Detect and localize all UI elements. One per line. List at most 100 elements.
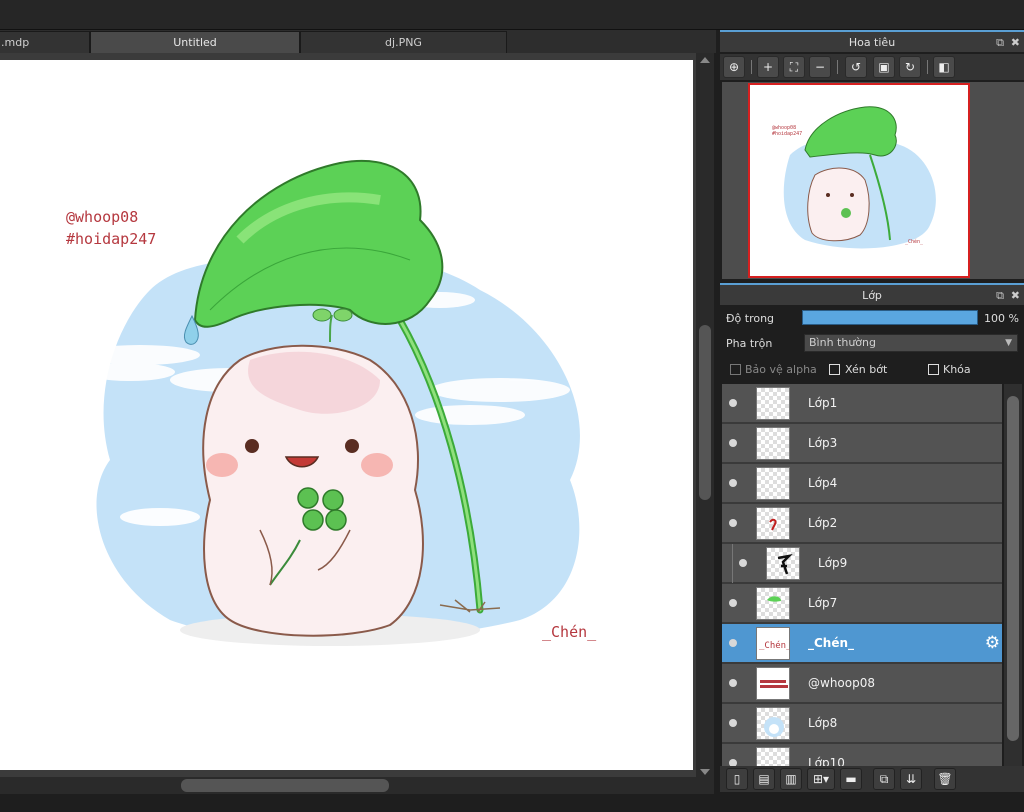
watermark-handle: @whoop08	[66, 208, 138, 226]
nav-signature: _Chén_	[905, 238, 924, 245]
signature-text: _Chén_	[542, 623, 597, 641]
layer-row-selected[interactable]: _Chén_ _Chén_ ⚙	[722, 624, 1002, 663]
blend-mode-select[interactable]: Bình thường ▼	[804, 334, 1018, 352]
gear-icon[interactable]: ⚙	[985, 633, 1000, 653]
drawing-canvas[interactable]: @whoop08 #hoidap247 _Chén_	[0, 60, 693, 770]
canvas-vscroll-thumb[interactable]	[699, 325, 711, 500]
layer-name: Lớp7	[808, 596, 838, 610]
nav-watermark-2: #hoidap247	[772, 131, 802, 137]
layer-row[interactable]: Lớp7	[722, 584, 1002, 623]
opacity-label: Độ trong	[726, 312, 775, 325]
layer-scroll-thumb[interactable]	[1007, 396, 1019, 741]
layer-thumbnail	[756, 707, 790, 740]
blend-mode-value: Bình thường	[809, 336, 876, 349]
delete-layer-icon[interactable]: 🗑	[934, 768, 956, 790]
undock-icon[interactable]: ⧉	[996, 285, 1004, 307]
visibility-icon[interactable]	[729, 439, 737, 447]
layer-panel-title: Lớp ⧉ ✖	[720, 283, 1024, 305]
visibility-icon[interactable]	[729, 519, 737, 527]
tab-untitled[interactable]: Untitled	[90, 31, 300, 53]
new-layer-icon[interactable]: ▯	[726, 768, 748, 790]
navigator-title: Hoa tiêu	[848, 36, 896, 49]
watermark-hashtag: #hoidap247	[66, 230, 156, 248]
scroll-up-arrow-icon[interactable]	[700, 57, 710, 63]
flip-icon[interactable]: ◧	[933, 56, 955, 78]
layer-thumbnail	[756, 507, 790, 540]
zoom-actual-icon[interactable]: ⊕	[723, 56, 745, 78]
canvas-area[interactable]: @whoop08 #hoidap247 _Chén_	[0, 53, 696, 777]
layer-thumbnail	[766, 547, 800, 580]
visibility-icon[interactable]	[729, 399, 737, 407]
new-1bit-layer-icon[interactable]: ▥	[780, 768, 802, 790]
tab-mdp[interactable]: .mdp	[0, 31, 90, 53]
add-layer-menu-icon[interactable]: ⊞▾	[807, 768, 835, 790]
layer-row[interactable]: Lớp4	[722, 464, 1002, 503]
protect-alpha-checkbox[interactable]	[730, 364, 741, 375]
visibility-icon[interactable]	[729, 599, 737, 607]
fit-icon[interactable]: ⛶	[783, 56, 805, 78]
fullscreen-icon[interactable]: ▣	[873, 56, 895, 78]
layer-row[interactable]: Lớp10	[722, 744, 1002, 766]
layer-thumbnail	[756, 467, 790, 500]
navigator-preview: @whoop08 #hoidap247 _Chén_	[772, 106, 936, 249]
layer-panel-title-text: Lớp	[862, 289, 882, 302]
scroll-down-arrow-icon[interactable]	[700, 769, 710, 775]
layer-name: Lớp3	[808, 436, 838, 450]
close-icon[interactable]: ✖	[1011, 285, 1020, 307]
undock-icon[interactable]: ⧉	[996, 32, 1004, 54]
rotate-right-icon[interactable]: ↻	[899, 56, 921, 78]
navigator-view[interactable]: @whoop08 #hoidap247 _Chén_	[722, 82, 1024, 279]
visibility-icon[interactable]	[739, 559, 747, 567]
layer-name: Lớp2	[808, 516, 838, 530]
close-icon[interactable]: ✖	[1011, 32, 1020, 54]
zoom-in-icon[interactable]: +	[757, 56, 779, 78]
status-bar	[0, 794, 1024, 812]
layer-thumbnail	[756, 427, 790, 460]
navigator-toolbar: ⊕ + ⛶ − ↺ ▣ ↻ ◧	[720, 54, 1024, 80]
layer-row[interactable]: Lớp9	[722, 544, 1002, 583]
layer-row[interactable]: Lớp2	[722, 504, 1002, 543]
merge-layer-icon[interactable]: ⇊	[900, 768, 922, 790]
artwork: @whoop08 #hoidap247 _Chén_	[66, 159, 597, 646]
canvas-horizontal-scrollbar[interactable]	[0, 777, 714, 794]
canvas-vertical-scrollbar[interactable]	[696, 53, 714, 777]
duplicate-layer-icon[interactable]: ⧉	[873, 768, 895, 790]
visibility-icon[interactable]	[729, 719, 737, 727]
layer-list-scrollbar[interactable]	[1004, 384, 1022, 766]
lock-checkbox[interactable]	[928, 364, 939, 375]
navigator-thumbnail[interactable]: @whoop08 #hoidap247 _Chén_	[748, 83, 970, 278]
visibility-icon[interactable]	[729, 679, 737, 687]
layer-toolbar: ▯ ▤ ▥ ⊞▾ ▬ ⧉ ⇊ 🗑	[720, 766, 1024, 792]
layer-name: Lớp9	[818, 556, 848, 570]
layer-row[interactable]: @whoop08	[722, 664, 1002, 703]
new-8bit-layer-icon[interactable]: ▤	[753, 768, 775, 790]
thumb-signature: _Chén_	[759, 640, 790, 651]
protect-alpha-label: Bảo vệ alpha	[745, 363, 817, 376]
opacity-slider[interactable]	[802, 310, 978, 325]
folder-icon[interactable]: ▬	[840, 768, 862, 790]
rotate-left-icon[interactable]: ↺	[845, 56, 867, 78]
navigator-panel-title: Hoa tiêu ⧉ ✖	[720, 30, 1024, 52]
visibility-icon[interactable]	[729, 639, 737, 647]
clipping-checkbox[interactable]	[829, 364, 840, 375]
layer-name: _Chén_	[808, 636, 855, 650]
layer-row[interactable]: Lớp3	[722, 424, 1002, 463]
lock-label: Khóa	[943, 363, 971, 376]
layer-row[interactable]: Lớp8	[722, 704, 1002, 743]
layer-name: Lớp10	[808, 756, 845, 766]
opacity-value: 100 %	[984, 312, 1019, 325]
layer-name: Lớp1	[808, 396, 838, 410]
clip-indicator	[732, 544, 733, 583]
layer-list: Lớp1 Lớp3 Lớp4 Lớp2 Lớp9 Lớp7 _Chén_ _Ch…	[722, 384, 1002, 766]
zoom-out-icon[interactable]: −	[809, 56, 831, 78]
visibility-icon[interactable]	[729, 759, 737, 766]
layer-row[interactable]: Lớp1	[722, 384, 1002, 423]
visibility-icon[interactable]	[729, 479, 737, 487]
top-menubar	[0, 0, 1024, 30]
layer-name: Lớp8	[808, 716, 838, 730]
tab-dj-png[interactable]: dj.PNG	[300, 31, 507, 53]
canvas-hscroll-thumb[interactable]	[181, 779, 389, 792]
layer-name: Lớp4	[808, 476, 838, 490]
document-tabs: .mdp Untitled dj.PNG	[0, 30, 716, 53]
layer-thumbnail	[756, 587, 790, 620]
